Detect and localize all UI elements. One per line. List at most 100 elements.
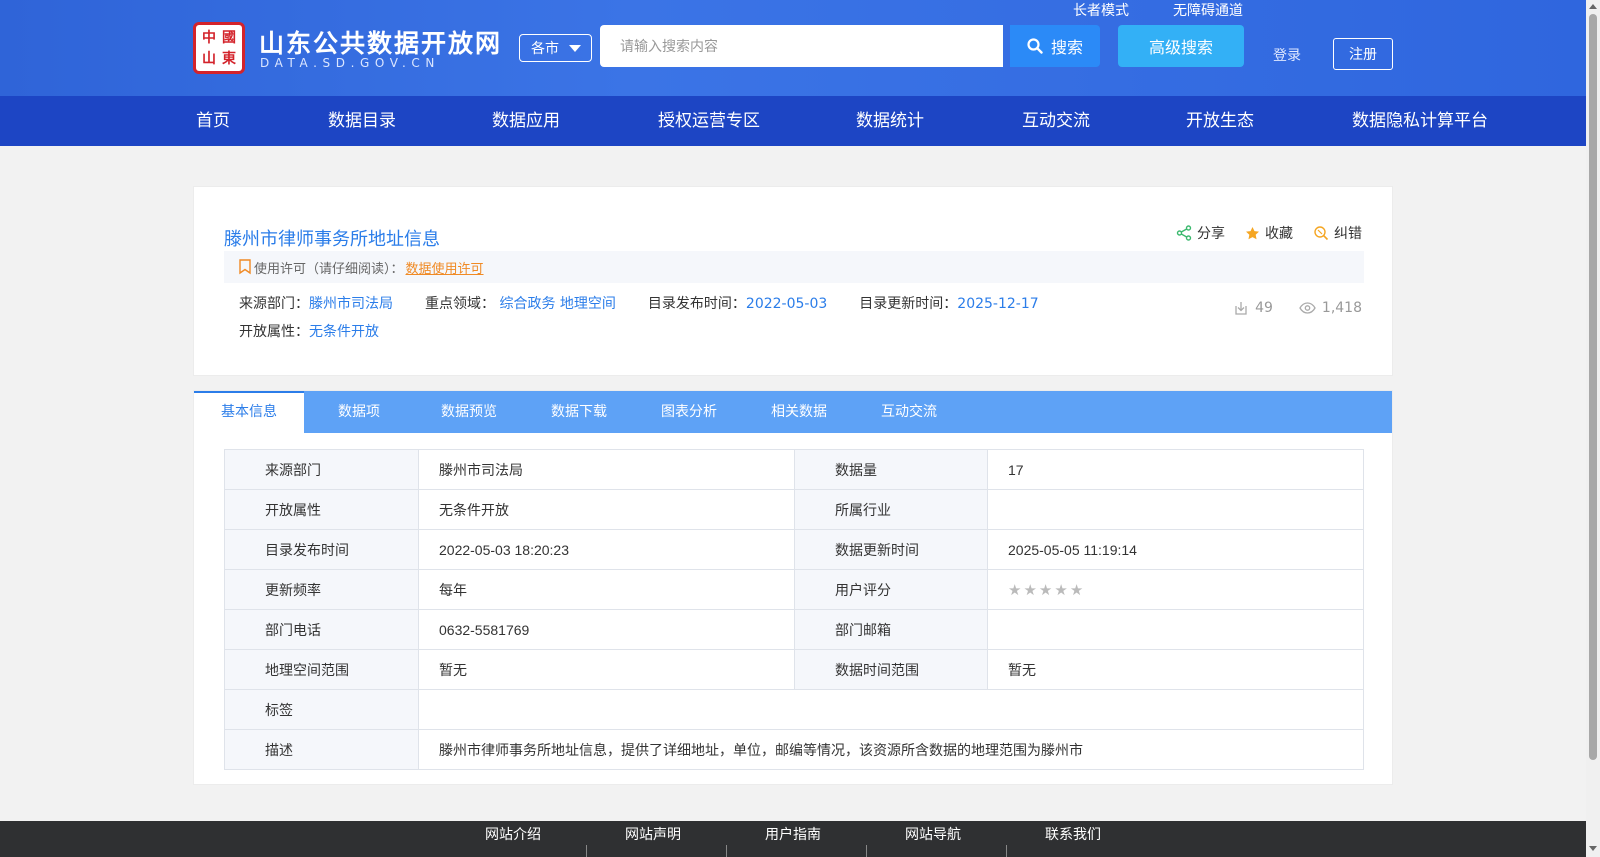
description-value: 滕州市律师事务所地址信息，提供了详细地址，单位，邮编等情况，该资源所含数据的地理… <box>418 729 1364 770</box>
search-icon <box>1027 38 1043 54</box>
header-inner: 中 國 山 東 山东公共数据开放网 DATA.SD.GOV.CN 各市 搜索 高… <box>193 0 1393 96</box>
tab-basic-info[interactable]: 基本信息 <box>194 391 304 433</box>
city-select[interactable]: 各市 <box>519 34 592 62</box>
dataset-title: 滕州市律师事务所地址信息 <box>224 229 440 250</box>
footer-link-sitemap[interactable]: 网站导航 <box>905 824 961 844</box>
nav-item-statistics[interactable]: 数据统计 <box>856 96 924 146</box>
search-input[interactable] <box>600 25 1003 67</box>
nav-item-privacy-computing[interactable]: 数据隐私计算平台 <box>1352 96 1488 146</box>
download-count-value: 49 <box>1255 300 1273 316</box>
nav-item-authorized-ops[interactable]: 授权运营专区 <box>658 96 760 146</box>
table-value: 2025-05-05 11:19:14 <box>987 529 1364 570</box>
site-header: 中 國 山 東 山东公共数据开放网 DATA.SD.GOV.CN 各市 搜索 高… <box>0 0 1586 96</box>
table-value <box>418 689 1364 730</box>
scroll-thumb[interactable] <box>1589 14 1597 760</box>
footer-divider <box>866 845 867 857</box>
meta-source-value[interactable]: 滕州市司法局 <box>309 296 393 312</box>
register-button[interactable]: 注册 <box>1333 38 1393 70</box>
table-row: 描述 滕州市律师事务所地址信息，提供了详细地址，单位，邮编等情况，该资源所含数据… <box>224 729 1364 770</box>
meta-source-label: 来源部门： <box>239 296 309 312</box>
star-icon[interactable]: ★ <box>1008 582 1023 599</box>
tab-chart-analysis[interactable]: 图表分析 <box>634 391 744 433</box>
meta-source: 来源部门：滕州市司法局 <box>239 293 393 313</box>
rating-stars[interactable]: ★★★★★ <box>1008 582 1085 599</box>
table-value <box>987 609 1364 650</box>
magnifier-error-icon <box>1314 226 1329 241</box>
nav-item-home[interactable]: 首页 <box>196 96 230 146</box>
table-key: 目录发布时间 <box>224 529 419 570</box>
table-key: 标签 <box>224 689 419 730</box>
table-row: 来源部门 滕州市司法局 数据量 17 <box>224 449 1364 490</box>
detail-tabs: 基本信息 数据项 数据预览 数据下载 图表分析 相关数据 互动交流 <box>194 391 1392 433</box>
table-row: 开放属性 无条件开放 所属行业 <box>224 489 1364 530</box>
table-key: 数据更新时间 <box>794 529 988 570</box>
table-row: 部门电话 0632-5581769 部门邮箱 <box>224 609 1364 650</box>
meta-open-value[interactable]: 无条件开放 <box>309 324 379 340</box>
table-key: 开放属性 <box>224 489 419 530</box>
star-icon[interactable]: ★ <box>1070 582 1085 599</box>
star-icon[interactable]: ★ <box>1054 582 1069 599</box>
table-value <box>987 489 1364 530</box>
footer-link-about[interactable]: 网站介绍 <box>485 824 541 844</box>
nav-item-catalog[interactable]: 数据目录 <box>328 96 396 146</box>
meta-update: 目录更新时间：2025-12-17 <box>859 293 1038 313</box>
dataset-actions: 分享 收藏 纠错 <box>1176 223 1362 243</box>
license-bar: 使用许可（请仔细阅读）： 数据使用许可 <box>224 251 1364 283</box>
share-label: 分享 <box>1197 226 1225 242</box>
eye-icon <box>1299 302 1316 314</box>
favorite-label: 收藏 <box>1265 226 1293 242</box>
tab-related-data[interactable]: 相关数据 <box>744 391 854 433</box>
seal-char: 國 <box>222 29 236 46</box>
tab-data-download[interactable]: 数据下载 <box>524 391 634 433</box>
nav-item-apps[interactable]: 数据应用 <box>492 96 560 146</box>
seal-char: 山 <box>202 50 216 67</box>
favorite-button[interactable]: 收藏 <box>1245 223 1293 243</box>
footer-link-guide[interactable]: 用户指南 <box>765 824 821 844</box>
logo-seal-icon[interactable]: 中 國 山 東 <box>193 22 245 74</box>
share-icon <box>1176 225 1192 241</box>
view-count-value: 1,418 <box>1321 300 1362 316</box>
main-nav: 首页 数据目录 数据应用 授权运营专区 数据统计 互动交流 开放生态 数据隐私计… <box>0 96 1586 146</box>
bookmark-icon <box>239 259 251 275</box>
login-link[interactable]: 登录 <box>1273 45 1301 65</box>
meta-publish-label: 目录发布时间： <box>647 296 746 312</box>
download-icon <box>1235 302 1247 315</box>
table-value: 暂无 <box>987 649 1364 690</box>
site-title[interactable]: 山东公共数据开放网 <box>259 24 502 60</box>
table-key: 描述 <box>224 729 419 770</box>
table-key: 数据时间范围 <box>794 649 988 690</box>
elder-mode-link[interactable]: 长者模式 <box>1073 0 1129 20</box>
meta-domain-value[interactable]: 综合政务 地理空间 <box>499 296 615 312</box>
table-value: 每年 <box>418 569 795 610</box>
footer-divider <box>726 845 727 857</box>
page-scrollbar[interactable] <box>1586 0 1600 857</box>
license-link[interactable]: 数据使用许可 <box>406 258 484 277</box>
scroll-down-icon[interactable] <box>1589 846 1597 851</box>
advanced-search-button[interactable]: 高级搜索 <box>1118 25 1244 67</box>
nav-item-ecosystem[interactable]: 开放生态 <box>1186 96 1254 146</box>
footer-divider <box>586 845 587 857</box>
caret-down-icon <box>569 44 581 52</box>
rating-cell: ★★★★★ <box>987 569 1364 610</box>
star-icon[interactable]: ★ <box>1039 582 1054 599</box>
report-error-button[interactable]: 纠错 <box>1313 223 1362 243</box>
meta-open-label: 开放属性： <box>239 324 309 340</box>
nav-item-interaction[interactable]: 互动交流 <box>1022 96 1090 146</box>
tab-interaction[interactable]: 互动交流 <box>854 391 964 433</box>
tab-data-preview[interactable]: 数据预览 <box>414 391 524 433</box>
dataset-meta-row: 来源部门：滕州市司法局 重点领域： 综合政务 地理空间 目录发布时间：2022-… <box>239 293 1039 313</box>
table-key: 来源部门 <box>224 449 419 490</box>
dataset-meta-row-2: 开放属性：无条件开放 <box>239 321 379 341</box>
search-button[interactable]: 搜索 <box>1010 25 1100 67</box>
accessibility-link[interactable]: 无障碍通道 <box>1173 0 1243 20</box>
footer-divider <box>1006 845 1007 857</box>
share-button[interactable]: 分享 <box>1176 223 1225 243</box>
footer-link-contact[interactable]: 联系我们 <box>1045 824 1101 844</box>
meta-domain-label: 重点领域： <box>425 296 495 312</box>
tab-data-items[interactable]: 数据项 <box>304 391 414 433</box>
scroll-up-icon[interactable] <box>1589 4 1597 9</box>
footer-link-statement[interactable]: 网站声明 <box>625 824 681 844</box>
table-value: 暂无 <box>418 649 795 690</box>
license-prefix: 使用许可（请仔细阅读）： <box>254 261 404 277</box>
star-icon[interactable]: ★ <box>1023 582 1038 599</box>
